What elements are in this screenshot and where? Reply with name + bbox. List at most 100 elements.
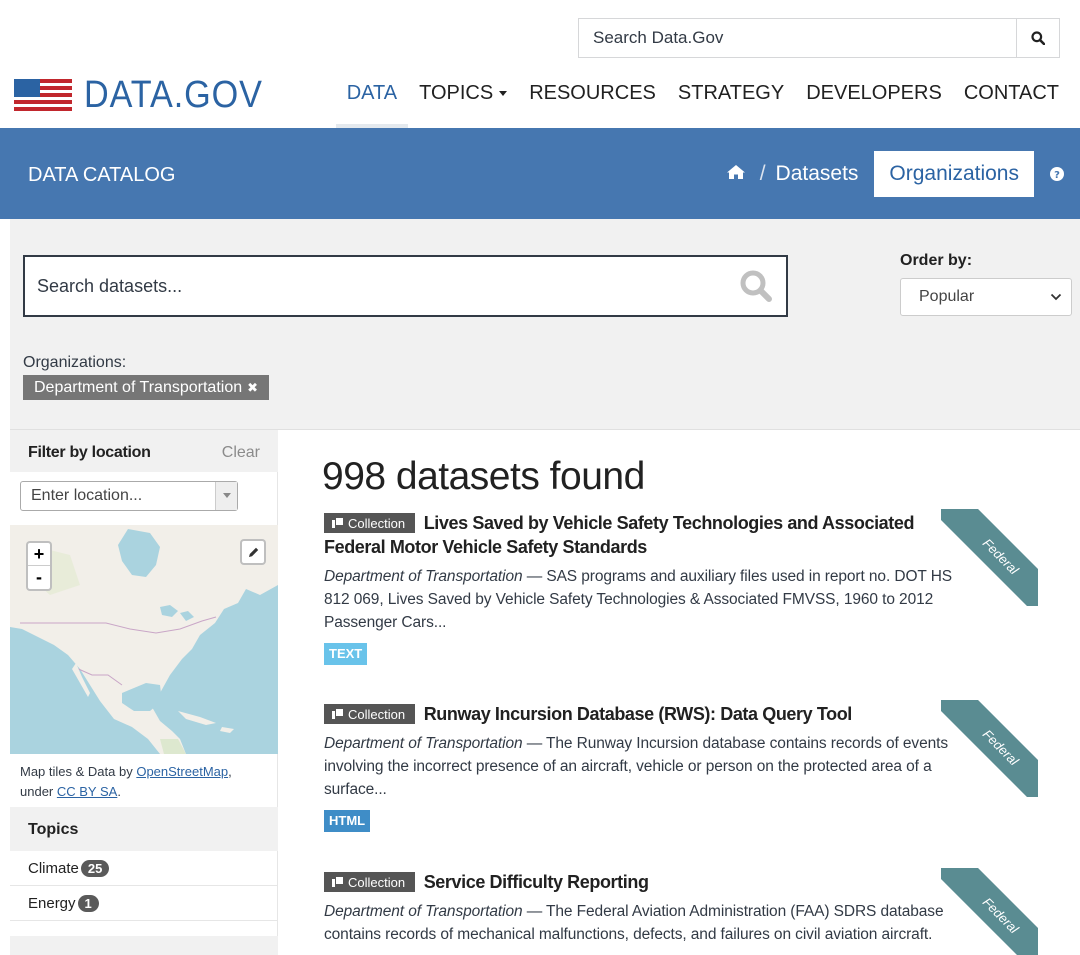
map-draw-button[interactable] — [240, 539, 266, 565]
breadcrumb-separator: / — [759, 162, 766, 185]
chevron-down-icon — [1050, 293, 1062, 301]
nav-contact-label: CONTACT — [963, 82, 1059, 104]
logo-text: DATA.GOV — [84, 74, 263, 116]
zoom-out-button[interactable]: - — [28, 566, 50, 589]
topics-header: Topics — [10, 807, 278, 851]
nav-topics[interactable]: TOPICS — [408, 80, 518, 128]
nav-developers-label: DEVELOPERS — [806, 82, 942, 104]
caret-down-icon — [499, 91, 508, 97]
location-map[interactable]: + - — [10, 525, 278, 754]
remove-filter-icon[interactable]: ✖ — [247, 380, 258, 396]
organizations-label: Organizations: — [23, 354, 127, 371]
dataset-org: Department of Transportation — [324, 735, 523, 752]
attrib-prefix: Map tiles & Data by — [20, 764, 137, 779]
dataset-title[interactable]: Collection Lives Saved by Vehicle Safety… — [324, 511, 924, 559]
format-badge-html[interactable]: HTML — [324, 810, 371, 832]
home-icon — [726, 164, 745, 179]
help-button[interactable]: ? — [1034, 167, 1080, 181]
magnifier-icon — [740, 270, 772, 302]
nav-data-label: DATA — [346, 82, 398, 104]
federal-ribbon: Federal — [941, 700, 1038, 797]
collection-label: Collection — [348, 515, 406, 531]
sidebar: Filter by location Clear Enter location.… — [10, 430, 278, 955]
location-select[interactable]: Enter location... — [20, 481, 238, 511]
site-search-button[interactable] — [1016, 19, 1059, 57]
collection-icon — [332, 877, 343, 887]
dataset-item: Collection Runway Incursion Database (RW… — [324, 702, 1038, 832]
location-placeholder: Enter location... — [31, 487, 143, 504]
collection-icon — [332, 709, 343, 719]
org-filter-pill[interactable]: Department of Transportation ✖ — [23, 375, 270, 400]
format-badge-text[interactable]: TEXT — [324, 643, 368, 665]
pencil-icon — [248, 547, 258, 557]
nav-topics-label: TOPICS — [419, 82, 494, 104]
filter-location-title: Filter by location — [28, 444, 151, 461]
map-zoom-control: + - — [26, 541, 52, 591]
nav-resources[interactable]: RESOURCES — [518, 80, 667, 128]
order-by-label: Order by: — [900, 252, 973, 269]
attrib-under: under — [20, 784, 57, 799]
dataset-search-button[interactable] — [726, 269, 786, 303]
breadcrumb-datasets[interactable]: Datasets — [776, 162, 859, 186]
attrib-comma: , — [228, 764, 232, 779]
dataset-title[interactable]: Collection Runway Incursion Database (RW… — [324, 702, 924, 726]
collection-label: Collection — [348, 874, 406, 890]
nav-strategy[interactable]: STRATEGY — [667, 80, 795, 128]
dataset-org: Department of Transportation — [324, 903, 523, 920]
catalog-band: DATA CATALOG / Datasets Organizations ? — [0, 128, 1080, 219]
collection-badge: Collection — [324, 704, 416, 724]
collection-label: Collection — [348, 706, 406, 722]
federal-ribbon-label: Federal — [941, 509, 1038, 606]
topic-item-energy[interactable]: Energy 1 — [10, 886, 278, 921]
filter-location-header: Filter by location Clear — [10, 430, 278, 472]
breadcrumb-organizations[interactable]: Organizations — [874, 151, 1034, 197]
breadcrumb: / Datasets Organizations ? — [726, 151, 1080, 197]
nav-strategy-label: STRATEGY — [677, 82, 785, 104]
dataset-title[interactable]: Collection Service Difficulty Reporting — [324, 870, 924, 894]
site-search-input[interactable] — [579, 19, 1016, 57]
collection-icon — [332, 518, 343, 528]
dataset-description: Department of Transportation — SAS progr… — [324, 565, 969, 634]
map-attribution: Map tiles & Data by OpenStreetMap, under… — [20, 762, 270, 802]
svg-text:?: ? — [1054, 170, 1060, 181]
topics-title: Topics — [28, 821, 79, 838]
location-dropdown-toggle[interactable] — [215, 482, 237, 510]
order-by-select[interactable]: Popular — [900, 278, 1072, 316]
topic-count-badge: 1 — [77, 894, 99, 912]
dataset-item: Collection Lives Saved by Vehicle Safety… — [324, 511, 1038, 665]
collection-badge: Collection — [324, 872, 416, 892]
federal-ribbon-label: Federal — [941, 700, 1038, 797]
topic-label: Climate — [28, 859, 79, 877]
federal-ribbon-label: Federal — [941, 868, 1038, 955]
nav-data[interactable]: DATA — [335, 80, 409, 128]
topic-item-climate[interactable]: Climate 25 — [10, 851, 278, 886]
openstreetmap-link[interactable]: OpenStreetMap — [136, 764, 228, 779]
dataset-search-input[interactable] — [25, 257, 726, 315]
dataset-item: Collection Service Difficulty Reporting … — [324, 870, 1038, 946]
nav-contact[interactable]: CONTACT — [953, 80, 1070, 128]
dataset-title-text: Service Difficulty Reporting — [423, 872, 649, 892]
cc-by-sa-link[interactable]: CC BY SA — [57, 784, 117, 799]
attrib-period: . — [117, 784, 121, 799]
search-zone: Order by: Popular Organizations: Departm… — [10, 219, 1080, 430]
dataset-org: Department of Transportation — [324, 568, 523, 585]
nav-developers[interactable]: DEVELOPERS — [795, 80, 953, 128]
results-count: 998 datasets found — [322, 455, 645, 498]
org-filter-label: Department of Transportation — [34, 378, 243, 396]
federal-ribbon: Federal — [941, 868, 1038, 955]
logo[interactable]: DATA.GOV — [14, 76, 283, 114]
topic-label: Energy — [28, 894, 76, 912]
site-search — [578, 18, 1060, 58]
order-by-value: Popular — [919, 288, 975, 305]
dataset-description: Department of Transportation — The Runwa… — [324, 732, 969, 801]
home-link[interactable] — [726, 164, 746, 185]
question-circle-icon: ? — [1050, 167, 1064, 181]
dataset-title-text: Runway Incursion Database (RWS): Data Qu… — [423, 704, 853, 724]
search-icon — [1031, 31, 1045, 45]
catalog-title: DATA CATALOG — [28, 164, 176, 186]
zoom-in-button[interactable]: + — [28, 543, 50, 566]
us-flag-icon — [14, 79, 72, 111]
clear-location-link[interactable]: Clear — [222, 444, 260, 462]
triangle-down-icon — [222, 493, 231, 498]
dataset-description: Department of Transportation — The Feder… — [324, 900, 969, 946]
